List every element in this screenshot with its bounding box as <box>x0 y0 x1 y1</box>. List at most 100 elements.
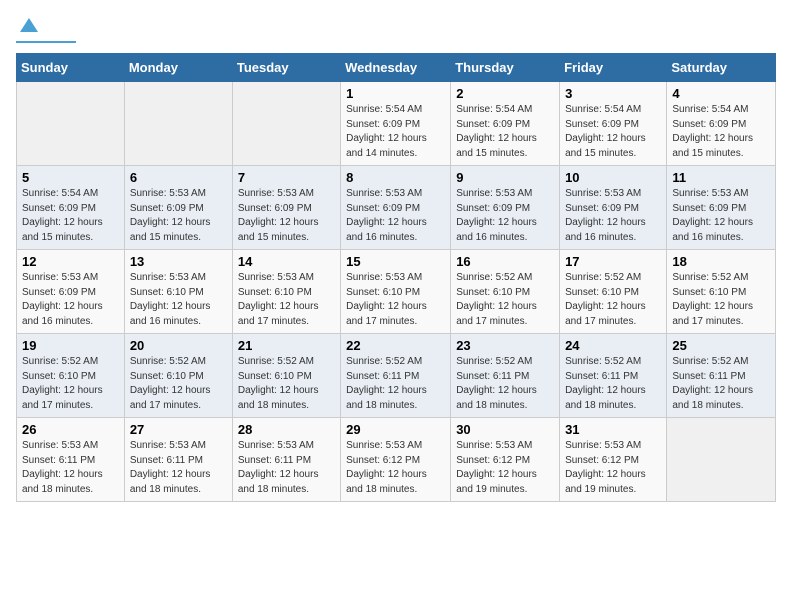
day-number: 25 <box>672 338 770 353</box>
calendar-week-4: 19 Sunrise: 5:52 AM Sunset: 6:10 PM Dayli… <box>17 334 776 418</box>
calendar-cell: 2 Sunrise: 5:54 AM Sunset: 6:09 PM Daylig… <box>451 82 560 166</box>
calendar-cell: 10 Sunrise: 5:53 AM Sunset: 6:09 PM Dayli… <box>560 166 667 250</box>
day-number: 3 <box>565 86 661 101</box>
day-info: Sunrise: 5:53 AM Sunset: 6:10 PM Dayligh… <box>238 271 335 329</box>
day-info: Sunrise: 5:53 AM Sunset: 6:09 PM Dayligh… <box>456 187 554 245</box>
day-number: 20 <box>130 338 227 353</box>
day-info: Sunrise: 5:53 AM Sunset: 6:09 PM Dayligh… <box>22 271 119 329</box>
day-info: Sunrise: 5:53 AM Sunset: 6:12 PM Dayligh… <box>346 439 445 497</box>
day-number: 26 <box>22 422 119 437</box>
calendar-table: SundayMondayTuesdayWednesdayThursdayFrid… <box>16 53 776 502</box>
calendar-week-5: 26 Sunrise: 5:53 AM Sunset: 6:11 PM Dayli… <box>17 418 776 502</box>
calendar-cell: 16 Sunrise: 5:52 AM Sunset: 6:10 PM Dayli… <box>451 250 560 334</box>
calendar-cell: 7Sunrise: 5:53 AM Sunset: 6:09 PM Daylig… <box>232 166 340 250</box>
col-header-sunday: Sunday <box>17 54 125 82</box>
calendar-cell: 1 Sunrise: 5:54 AM Sunset: 6:09 PM Daylig… <box>341 82 451 166</box>
day-number: 22 <box>346 338 445 353</box>
calendar-cell: 13Sunrise: 5:53 AM Sunset: 6:10 PM Dayli… <box>124 250 232 334</box>
calendar-cell: 4 Sunrise: 5:54 AM Sunset: 6:09 PM Daylig… <box>667 82 776 166</box>
logo-divider <box>16 41 76 43</box>
day-info: Sunrise: 5:52 AM Sunset: 6:10 PM Dayligh… <box>565 271 661 329</box>
calendar-cell <box>124 82 232 166</box>
calendar-cell: 19Sunrise: 5:52 AM Sunset: 6:10 PM Dayli… <box>17 334 125 418</box>
calendar-cell: 22 Sunrise: 5:52 AM Sunset: 6:11 PM Dayli… <box>341 334 451 418</box>
day-number: 18 <box>672 254 770 269</box>
day-info: Sunrise: 5:53 AM Sunset: 6:11 PM Dayligh… <box>238 439 335 497</box>
day-info: Sunrise: 5:54 AM Sunset: 6:09 PM Dayligh… <box>456 103 554 161</box>
calendar-cell: 29 Sunrise: 5:53 AM Sunset: 6:12 PM Dayli… <box>341 418 451 502</box>
day-number: 12 <box>22 254 119 269</box>
calendar-cell <box>17 82 125 166</box>
day-info: Sunrise: 5:54 AM Sunset: 6:09 PM Dayligh… <box>565 103 661 161</box>
calendar-cell: 14Sunrise: 5:53 AM Sunset: 6:10 PM Dayli… <box>232 250 340 334</box>
day-number: 5 <box>22 170 119 185</box>
day-number: 30 <box>456 422 554 437</box>
day-info: Sunrise: 5:54 AM Sunset: 6:09 PM Dayligh… <box>346 103 445 161</box>
day-number: 13 <box>130 254 227 269</box>
calendar-cell: 25 Sunrise: 5:52 AM Sunset: 6:11 PM Dayli… <box>667 334 776 418</box>
col-header-tuesday: Tuesday <box>232 54 340 82</box>
day-info: Sunrise: 5:52 AM Sunset: 6:10 PM Dayligh… <box>130 355 227 413</box>
day-number: 19 <box>22 338 119 353</box>
day-number: 2 <box>456 86 554 101</box>
day-number: 4 <box>672 86 770 101</box>
day-info: Sunrise: 5:53 AM Sunset: 6:11 PM Dayligh… <box>130 439 227 497</box>
col-header-thursday: Thursday <box>451 54 560 82</box>
day-info: Sunrise: 5:52 AM Sunset: 6:11 PM Dayligh… <box>346 355 445 413</box>
calendar-cell: 17 Sunrise: 5:52 AM Sunset: 6:10 PM Dayli… <box>560 250 667 334</box>
day-number: 24 <box>565 338 661 353</box>
day-number: 11 <box>672 170 770 185</box>
calendar-cell: 11 Sunrise: 5:53 AM Sunset: 6:09 PM Dayli… <box>667 166 776 250</box>
day-number: 6 <box>130 170 227 185</box>
calendar-cell: 30Sunrise: 5:53 AM Sunset: 6:12 PM Dayli… <box>451 418 560 502</box>
calendar-cell: 23 Sunrise: 5:52 AM Sunset: 6:11 PM Dayli… <box>451 334 560 418</box>
calendar-week-2: 5Sunrise: 5:54 AM Sunset: 6:09 PM Daylig… <box>17 166 776 250</box>
day-number: 1 <box>346 86 445 101</box>
logo <box>16 16 76 43</box>
day-number: 23 <box>456 338 554 353</box>
day-info: Sunrise: 5:52 AM Sunset: 6:10 PM Dayligh… <box>456 271 554 329</box>
day-number: 10 <box>565 170 661 185</box>
calendar-cell <box>232 82 340 166</box>
col-header-wednesday: Wednesday <box>341 54 451 82</box>
day-info: Sunrise: 5:52 AM Sunset: 6:11 PM Dayligh… <box>456 355 554 413</box>
calendar-cell: 31 Sunrise: 5:53 AM Sunset: 6:12 PM Dayli… <box>560 418 667 502</box>
day-info: Sunrise: 5:53 AM Sunset: 6:10 PM Dayligh… <box>346 271 445 329</box>
calendar-cell: 20 Sunrise: 5:52 AM Sunset: 6:10 PM Dayli… <box>124 334 232 418</box>
day-info: Sunrise: 5:52 AM Sunset: 6:10 PM Dayligh… <box>238 355 335 413</box>
day-number: 8 <box>346 170 445 185</box>
day-info: Sunrise: 5:53 AM Sunset: 6:09 PM Dayligh… <box>672 187 770 245</box>
calendar-cell: 18 Sunrise: 5:52 AM Sunset: 6:10 PM Dayli… <box>667 250 776 334</box>
day-info: Sunrise: 5:52 AM Sunset: 6:11 PM Dayligh… <box>672 355 770 413</box>
day-info: Sunrise: 5:53 AM Sunset: 6:09 PM Dayligh… <box>346 187 445 245</box>
calendar-cell: 28 Sunrise: 5:53 AM Sunset: 6:11 PM Dayli… <box>232 418 340 502</box>
col-header-monday: Monday <box>124 54 232 82</box>
calendar-cell: 3 Sunrise: 5:54 AM Sunset: 6:09 PM Daylig… <box>560 82 667 166</box>
calendar-cell: 9 Sunrise: 5:53 AM Sunset: 6:09 PM Daylig… <box>451 166 560 250</box>
day-number: 31 <box>565 422 661 437</box>
day-info: Sunrise: 5:53 AM Sunset: 6:09 PM Dayligh… <box>565 187 661 245</box>
day-info: Sunrise: 5:52 AM Sunset: 6:10 PM Dayligh… <box>672 271 770 329</box>
day-number: 17 <box>565 254 661 269</box>
day-number: 16 <box>456 254 554 269</box>
day-number: 28 <box>238 422 335 437</box>
calendar-cell: 15 Sunrise: 5:53 AM Sunset: 6:10 PM Dayli… <box>341 250 451 334</box>
day-info: Sunrise: 5:53 AM Sunset: 6:09 PM Dayligh… <box>130 187 227 245</box>
day-info: Sunrise: 5:53 AM Sunset: 6:11 PM Dayligh… <box>22 439 119 497</box>
day-number: 7 <box>238 170 335 185</box>
calendar-cell: 27 Sunrise: 5:53 AM Sunset: 6:11 PM Dayli… <box>124 418 232 502</box>
calendar-cell: 21Sunrise: 5:52 AM Sunset: 6:10 PM Dayli… <box>232 334 340 418</box>
day-number: 29 <box>346 422 445 437</box>
calendar-cell: 24 Sunrise: 5:52 AM Sunset: 6:11 PM Dayli… <box>560 334 667 418</box>
day-info: Sunrise: 5:53 AM Sunset: 6:12 PM Dayligh… <box>565 439 661 497</box>
col-header-saturday: Saturday <box>667 54 776 82</box>
day-info: Sunrise: 5:52 AM Sunset: 6:11 PM Dayligh… <box>565 355 661 413</box>
day-number: 15 <box>346 254 445 269</box>
calendar-cell <box>667 418 776 502</box>
calendar-week-3: 12 Sunrise: 5:53 AM Sunset: 6:09 PM Dayli… <box>17 250 776 334</box>
day-number: 9 <box>456 170 554 185</box>
calendar-header-row: SundayMondayTuesdayWednesdayThursdayFrid… <box>17 54 776 82</box>
day-info: Sunrise: 5:54 AM Sunset: 6:09 PM Dayligh… <box>672 103 770 161</box>
day-number: 27 <box>130 422 227 437</box>
calendar-cell: 8 Sunrise: 5:53 AM Sunset: 6:09 PM Daylig… <box>341 166 451 250</box>
